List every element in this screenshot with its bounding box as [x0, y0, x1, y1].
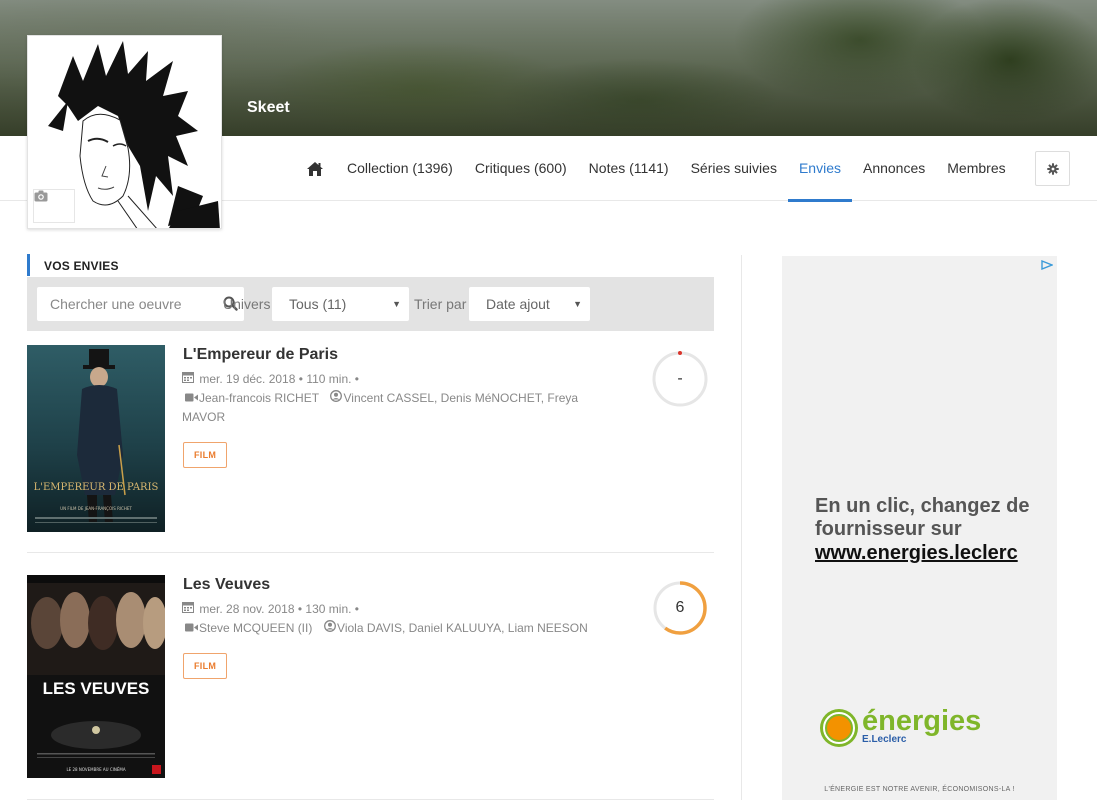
- list-item: LES VEUVES LE 28 NOVEMBRE AU CINÉMA Les …: [27, 575, 714, 800]
- item-credits-line: Steve MCQUEEN (II) Viola DAVIS, Daniel K…: [182, 619, 602, 638]
- chevron-down-icon: ▼: [392, 299, 401, 309]
- item-credits-line: Jean-francois RICHET Vincent CASSEL, Den…: [182, 389, 602, 427]
- user-circle-icon: [322, 389, 343, 408]
- gear-icon: [1046, 162, 1059, 175]
- tab-membres[interactable]: Membres: [936, 136, 1016, 201]
- ad-link[interactable]: www.energies.leclerc: [815, 542, 1018, 565]
- video-camera-icon: [182, 619, 199, 638]
- item-date: mer. 28 nov. 2018: [199, 602, 295, 616]
- rating-value: 6: [675, 599, 685, 616]
- video-camera-icon: [182, 389, 199, 408]
- ad-headline: En un clic, changez de fournisseur sur: [815, 495, 1030, 540]
- item-director[interactable]: Steve MCQUEEN (II): [199, 621, 312, 635]
- poster-subtitle-text: LE 28 NOVEMBRE AU CINÉMA: [66, 767, 125, 772]
- poster-title-text: LES VEUVES: [43, 679, 150, 698]
- item-duration: 110 min.: [306, 372, 352, 386]
- sort-label: Trier par: [414, 296, 467, 312]
- rating-ring[interactable]: 6: [650, 578, 710, 638]
- sort-select-value: Date ajout: [486, 296, 550, 312]
- tab-annonces[interactable]: Annonces: [852, 136, 936, 201]
- item-duration: 130 min.: [305, 602, 352, 616]
- univers-label: Univers: [223, 296, 271, 312]
- meta-separator: •: [354, 372, 359, 386]
- meta-separator: •: [354, 602, 359, 616]
- type-badge[interactable]: FILM: [183, 442, 228, 468]
- filter-bar: Univers Tous (11) ▼ Trier par Date ajout…: [27, 277, 714, 331]
- item-release-line: mer. 28 nov. 2018 • 130 min. •: [182, 600, 602, 619]
- item-actors[interactable]: Viola DAVIS, Daniel KALUUYA, Liam NEESON: [337, 621, 588, 635]
- section-title: VOS ENVIES: [27, 254, 119, 276]
- tab-critiques[interactable]: Critiques (600): [464, 136, 578, 201]
- item-title[interactable]: L'Empereur de Paris: [183, 346, 338, 364]
- column-divider: [741, 255, 742, 800]
- univers-select-value: Tous (11): [289, 296, 347, 312]
- rating-ring[interactable]: -: [650, 349, 710, 409]
- tab-envies[interactable]: Envies: [787, 136, 853, 202]
- calendar-icon: [182, 370, 196, 389]
- chevron-down-icon: ▼: [573, 299, 582, 309]
- list-item: L'EMPEREUR DE PARIS UN FILM DE JEAN-FRAN…: [27, 345, 714, 553]
- ad-footer: L'ÉNERGIE EST NOTRE AVENIR, ÉCONOMISONS-…: [824, 786, 1015, 793]
- profile-nav: Collection (1396) Critiques (600) Notes …: [300, 136, 1017, 202]
- change-avatar-button[interactable]: [33, 189, 75, 223]
- home-icon[interactable]: [300, 136, 330, 201]
- search-box: [37, 287, 244, 321]
- item-director[interactable]: Jean-francois RICHET: [199, 391, 319, 405]
- poster-art: L'EMPEREUR DE PARIS UN FILM DE JEAN-FRAN…: [27, 345, 165, 532]
- rating-value: -: [677, 370, 683, 387]
- tab-notes[interactable]: Notes (1141): [578, 136, 680, 201]
- ad-brand-sub: E.Leclerc: [862, 734, 907, 745]
- item-meta: mer. 19 déc. 2018 • 110 min. • Jean-fran…: [182, 370, 602, 427]
- univers-select[interactable]: Tous (11) ▼: [272, 287, 409, 321]
- advertisement[interactable]: En un clic, changez de fournisseur sur w…: [782, 256, 1057, 800]
- poster-title-text: L'EMPEREUR DE PARIS: [34, 482, 159, 493]
- item-title[interactable]: Les Veuves: [183, 576, 270, 594]
- user-circle-icon: [316, 619, 336, 638]
- calendar-icon: [182, 600, 196, 619]
- item-date: mer. 19 déc. 2018: [199, 372, 296, 386]
- item-release-line: mer. 19 déc. 2018 • 110 min. •: [182, 370, 602, 389]
- search-input[interactable]: [37, 287, 212, 321]
- poster-art: LES VEUVES LE 28 NOVEMBRE AU CINÉMA: [27, 575, 165, 778]
- ad-choices-icon[interactable]: [1041, 260, 1053, 270]
- type-badge[interactable]: FILM: [183, 653, 228, 679]
- tab-series-suivies[interactable]: Séries suivies: [680, 136, 788, 201]
- sort-select[interactable]: Date ajout ▼: [469, 287, 590, 321]
- energy-logo-icon: [820, 709, 858, 747]
- camera-icon: [34, 190, 48, 202]
- item-meta: mer. 28 nov. 2018 • 130 min. • Steve MCQ…: [182, 600, 602, 638]
- tab-collection[interactable]: Collection (1396): [336, 136, 464, 201]
- profile-username[interactable]: Skeet: [247, 99, 290, 117]
- profile-avatar[interactable]: [27, 35, 222, 229]
- poster-subtitle-text: UN FILM DE JEAN-FRANÇOIS RICHET: [60, 506, 132, 511]
- settings-button[interactable]: [1035, 151, 1070, 186]
- poster-image[interactable]: LES VEUVES LE 28 NOVEMBRE AU CINÉMA: [27, 575, 165, 778]
- poster-image[interactable]: L'EMPEREUR DE PARIS UN FILM DE JEAN-FRAN…: [27, 345, 165, 532]
